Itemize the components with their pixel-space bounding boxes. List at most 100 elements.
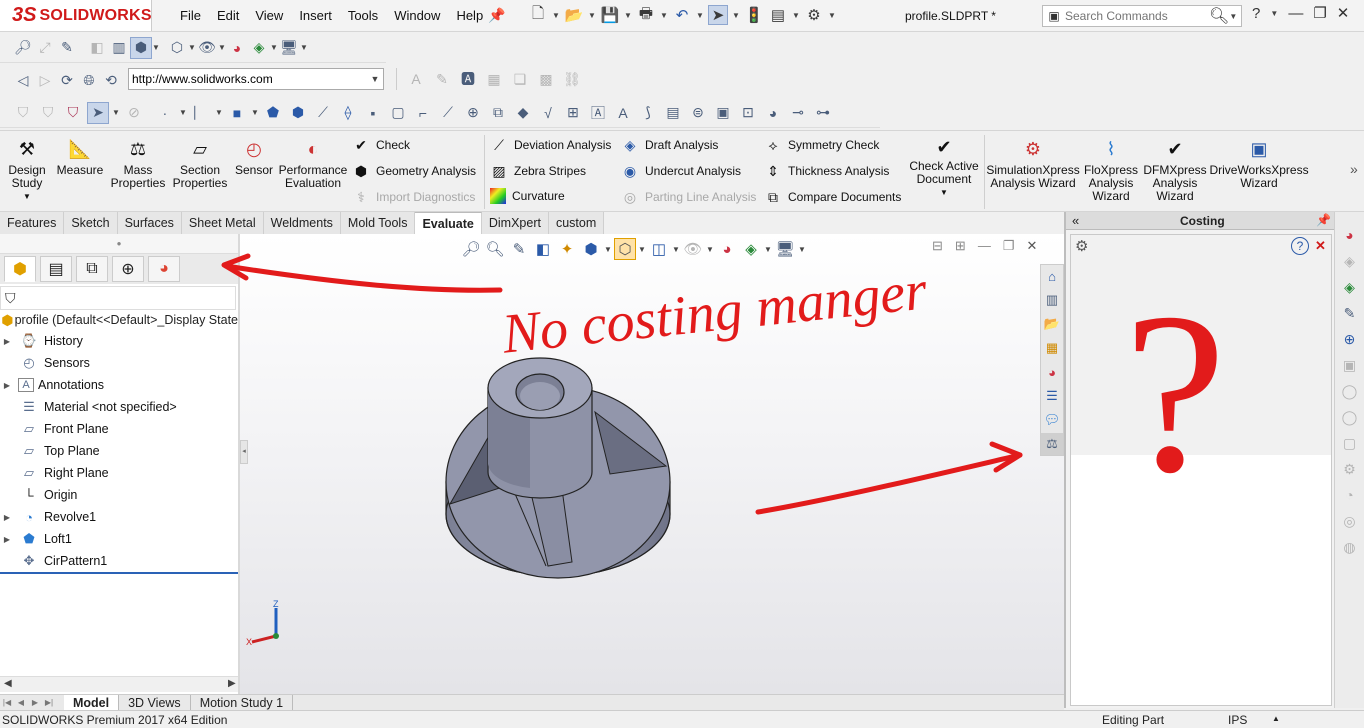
fillet-icon[interactable]: ▢ [387,102,409,124]
hu-view-orientation-icon[interactable]: ⬢ [580,238,602,260]
select-arrow-icon[interactable]: ➤ [708,5,728,25]
menu-window[interactable]: Window [386,8,448,23]
more-commands-icon[interactable]: » [1350,161,1358,177]
import-diagnostics-button[interactable]: ⚕ Import Diagnostics [352,188,475,206]
tab-next-icon[interactable]: ▶ [28,698,42,707]
tab-dimxpert[interactable]: DimXpert [481,212,549,234]
panel-collapse-grip[interactable]: ◂ [240,440,248,464]
help-question-icon[interactable]: ? [1252,5,1260,22]
menu-file[interactable]: File [172,8,209,23]
tab-features[interactable]: Features [0,212,65,234]
tab-sketch[interactable]: Sketch [64,212,118,234]
scene-icon[interactable]: ◈ [1339,276,1361,298]
hu-zoom-to-fit-icon[interactable]: 🔎︎ [460,238,482,260]
tab-prev-icon[interactable]: ◀ [14,698,28,707]
markup-stamp-icon[interactable]: ▩ [535,68,557,90]
forum-icon[interactable]: 💬︎ [1041,409,1063,431]
markup-image-icon[interactable]: ▦ [483,68,505,90]
graphics-area[interactable]: ◂ 🔎︎ 🔍︎ ✎ ◧ ✦ ⬢ ▼ ⬡ ▼ ◫ ▼ 👁︎ ▼ ◕ ◈ ▼ 🖥︎ ▼ ⊟ ⊞ … [240,234,1064,694]
render-settings-icon[interactable]: ⚙ [1339,458,1361,480]
open-dropdown-icon[interactable]: ▼ [588,11,596,20]
viewport-close-icon[interactable]: ✕ [1026,238,1037,254]
hu-section-icon[interactable]: ◫ [648,238,670,260]
reference-point-icon[interactable]: ⊕ [462,102,484,124]
tree-item-loft1[interactable]: ▶ ⬟ Loft1 [0,528,238,550]
hu-hide-show-dropdown-icon[interactable]: ▼ [706,245,714,254]
compare-documents-button[interactable]: ⧉ Compare Documents [764,188,901,206]
print-icon[interactable]: 🖶 [636,5,656,25]
scene-dropdown-icon[interactable]: ▼ [270,43,278,52]
dynamic-annotation-icon[interactable]: ▥ [108,37,130,59]
tab-last-icon[interactable]: ▶| [42,698,56,707]
point-dropdown-icon[interactable]: ▼ [179,108,187,117]
balloon-icon[interactable]: ⊡ [737,102,759,124]
print-dropdown-icon[interactable]: ▼ [660,11,668,20]
web-forward-icon[interactable]: ▷ [34,69,56,91]
tree-item-sensors[interactable]: ◴ Sensors [0,352,238,374]
rollback-bar[interactable] [0,572,238,574]
hu-view-orientation-dropdown-icon[interactable]: ▼ [604,245,612,254]
mirror-icon[interactable]: ⟋ [437,102,459,124]
extrude-icon[interactable]: ⬟ [262,102,284,124]
floxpress-button[interactable]: ⌇ FloXpress Analysis Wizard [1084,137,1138,203]
check-active-document-button[interactable]: ✔ Check Active Document ▼ [906,137,982,199]
url-input[interactable] [129,72,367,86]
display-style-icon[interactable]: ⬡ [166,37,188,59]
options-dropdown-icon[interactable]: ▼ [828,11,836,20]
edit-scene-icon[interactable]: ✎ [1339,302,1361,324]
line-icon[interactable]: ⎸ [190,102,212,124]
menu-tools[interactable]: Tools [340,8,386,23]
sketch-point-icon[interactable]: ∙ [154,102,176,124]
undo-icon[interactable]: ↶ [672,5,692,25]
apply-scene-icon[interactable]: ◈ [248,37,270,59]
open-folder-icon[interactable]: 📂 [564,5,584,25]
measure-button[interactable]: 📐 Measure [56,137,104,177]
section-view-icon[interactable]: ◧ [86,37,108,59]
viewport-split-icon[interactable]: ⊟ [932,238,943,254]
mate-icon[interactable]: ⧉ [487,102,509,124]
select-pointer-icon[interactable]: ➤ [87,101,109,124]
select-pointer-dropdown-icon[interactable]: ▼ [112,108,120,117]
zoom-to-area-icon[interactable]: ⤢ [34,37,56,59]
note-icon[interactable]: A [612,102,634,124]
select-other-icon[interactable]: ⊘ [123,102,145,124]
datum-icon[interactable]: ⊜ [687,102,709,124]
deviation-analysis-button[interactable]: ⟋ Deviation Analysis [490,136,611,154]
expand-arrow-icon[interactable]: ▶ [0,381,14,390]
view-palette-icon[interactable]: ▦ [1041,337,1063,359]
url-dropdown-icon[interactable]: ▼ [367,74,383,84]
expand-arrow-icon[interactable]: ▶ [0,337,14,346]
hide-show-items-icon[interactable]: 👁︎ [196,37,218,59]
centerline-icon[interactable]: ⊸ [787,102,809,124]
expand-arrow-icon[interactable]: ▶ [0,535,14,544]
draft-analysis-button[interactable]: ◈ Draft Analysis [621,136,719,154]
rectangle-icon[interactable]: ■ [226,102,248,124]
tab-weldments[interactable]: Weldments [263,212,341,234]
menu-view[interactable]: View [247,8,291,23]
driveworksxpress-button[interactable]: ▣ DriveWorksXpress Wizard [1209,137,1308,190]
design-study-button[interactable]: ⚒ Design Study ▼ [6,137,48,203]
filter-icon[interactable]: ⛉ [12,102,34,124]
edit-appearance-icon[interactable]: ◕ [226,37,248,59]
design-study-dropdown-icon[interactable]: ▼ [23,190,31,203]
thickness-analysis-button[interactable]: ⇕ Thickness Analysis [764,162,889,180]
appearances-icon[interactable]: ◕ [1041,361,1063,383]
check-button[interactable]: ✔ Check [352,136,410,154]
tab-first-icon[interactable]: |◀ [0,698,14,707]
solidworks-resources-home-icon[interactable]: ⌂ [1041,265,1063,287]
filter-colored-icon[interactable]: ⛉ [62,102,84,124]
center-mark-icon[interactable]: ◕ [762,102,784,124]
save-dropdown-icon[interactable]: ▼ [624,11,632,20]
hu-display-style-dropdown-icon[interactable]: ▼ [638,245,646,254]
hu-previous-view-icon[interactable]: ✎ [508,238,530,260]
markup-link-icon[interactable]: ⛓ [561,68,583,90]
restore-icon[interactable]: ❐ [1313,4,1326,22]
tree-item-material[interactable]: ☰ Material <not specified> [0,396,238,418]
tree-item-right-plane[interactable]: ▱ Right Plane [0,462,238,484]
help-dropdown-icon[interactable]: ▼ [1270,9,1278,18]
markup-edit-icon[interactable]: ✎ [431,68,453,90]
custom-properties-icon[interactable]: ☰ [1041,385,1063,407]
minimize-icon[interactable]: — [1288,5,1303,22]
weld-symbol-icon[interactable]: ▣ [712,102,734,124]
loft-tool-icon[interactable]: ⟠ [337,102,359,124]
